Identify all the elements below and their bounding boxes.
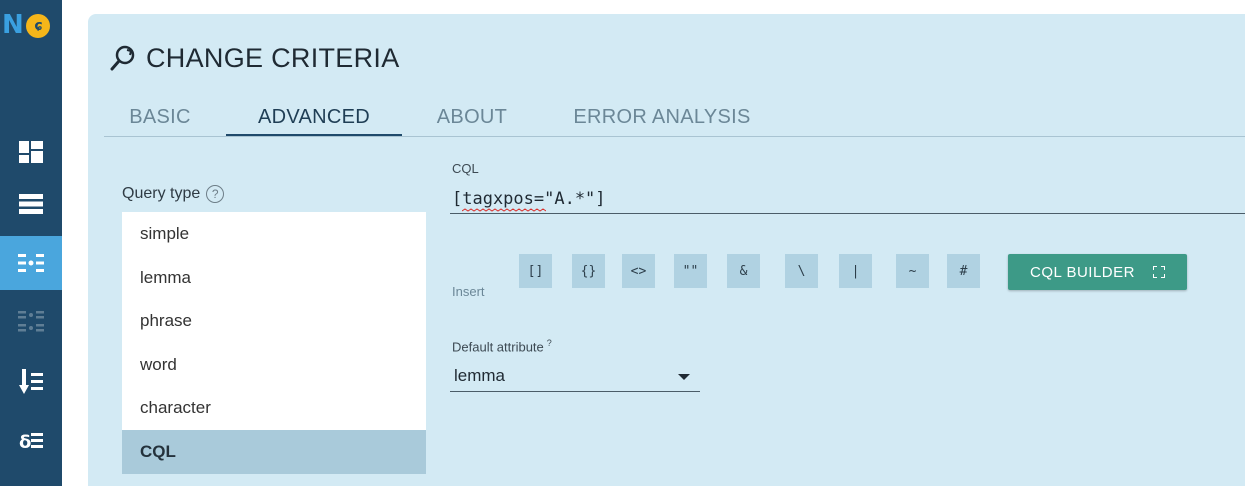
change-criteria-panel: CHANGE CRITERIA BASIC ADVANCED ABOUT ERR… [88,14,1245,486]
insert-angle-brackets-button[interactable]: <> [622,254,655,288]
svg-text:δ: δ [19,432,31,452]
logo-dot: ɕ [26,14,50,38]
tab-error-analysis[interactable]: ERROR ANALYSIS [562,102,762,136]
query-type-list: simple lemma phrase word character CQL [122,212,426,474]
query-type-option-cql[interactable]: CQL [122,429,426,474]
spellcheck-underline [462,208,546,212]
default-attribute-label: Default attribute? [452,338,552,354]
page-title: CHANGE CRITERIA [146,42,400,73]
query-type-option-simple[interactable]: simple [122,212,426,256]
list-icon [19,194,43,214]
app-logo[interactable]: N ɕ [0,10,62,50]
insert-backslash-button[interactable]: \ [785,254,818,288]
insert-tilde-button[interactable]: ~ [896,254,929,288]
default-attribute-label-text: Default attribute [452,339,544,355]
insert-brackets-button[interactable]: [] [519,254,552,288]
insert-pipe-button[interactable]: | [839,254,872,288]
sort-numeric-icon: δ [19,432,43,452]
insert-quotes-button[interactable]: "" [674,254,707,288]
query-type-option-word[interactable]: word [122,343,426,387]
sidebar-item-frequency[interactable]: δ [0,413,62,467]
default-attribute-select[interactable]: lemma [450,362,700,392]
tab-basic[interactable]: BASIC [114,102,206,136]
query-type-option-character[interactable]: character [122,386,426,430]
dashboard-icon [19,141,43,163]
sidebar-item-concordance[interactable] [0,236,62,290]
insert-hash-button[interactable]: # [947,254,980,288]
panel-header: CHANGE CRITERIA [110,40,400,76]
parallel-concordance-icon [18,311,44,332]
concordance-icon [18,254,44,272]
insert-label: Insert [452,284,485,299]
sidebar-item-sort[interactable] [0,355,62,409]
sidebar-item-dashboard[interactable] [0,125,62,179]
cql-builder-button[interactable]: CQL BUILDER [1008,254,1187,290]
fullscreen-icon [1152,266,1165,278]
logo-letter: N [2,10,24,40]
tab-advanced[interactable]: ADVANCED [226,102,402,136]
query-type-label-text: Query type [122,185,201,202]
sidebar: N ɕ δ [0,0,62,486]
query-type-option-phrase[interactable]: phrase [122,299,426,343]
query-type-label: Query type ? [122,185,225,203]
query-type-option-lemma[interactable]: lemma [122,256,426,300]
tab-about[interactable]: ABOUT [422,102,522,136]
cql-input[interactable] [450,184,1245,214]
cql-label: CQL [452,161,479,176]
tab-bar: BASIC ADVANCED ABOUT ERROR ANALYSIS [104,102,1245,137]
default-attribute-help[interactable]: ? [547,338,552,348]
insert-ampersand-button[interactable]: & [727,254,760,288]
caret-down-icon [678,374,690,380]
sort-down-icon [19,369,43,394]
sidebar-item-parallel-concordance[interactable] [0,295,62,349]
default-attribute-value: lemma [454,366,506,385]
search-refresh-icon [110,45,135,71]
help-icon[interactable]: ? [206,185,225,203]
cql-builder-label: CQL BUILDER [1030,263,1135,281]
sidebar-item-list[interactable] [0,177,62,231]
insert-braces-button[interactable]: {} [572,254,605,288]
